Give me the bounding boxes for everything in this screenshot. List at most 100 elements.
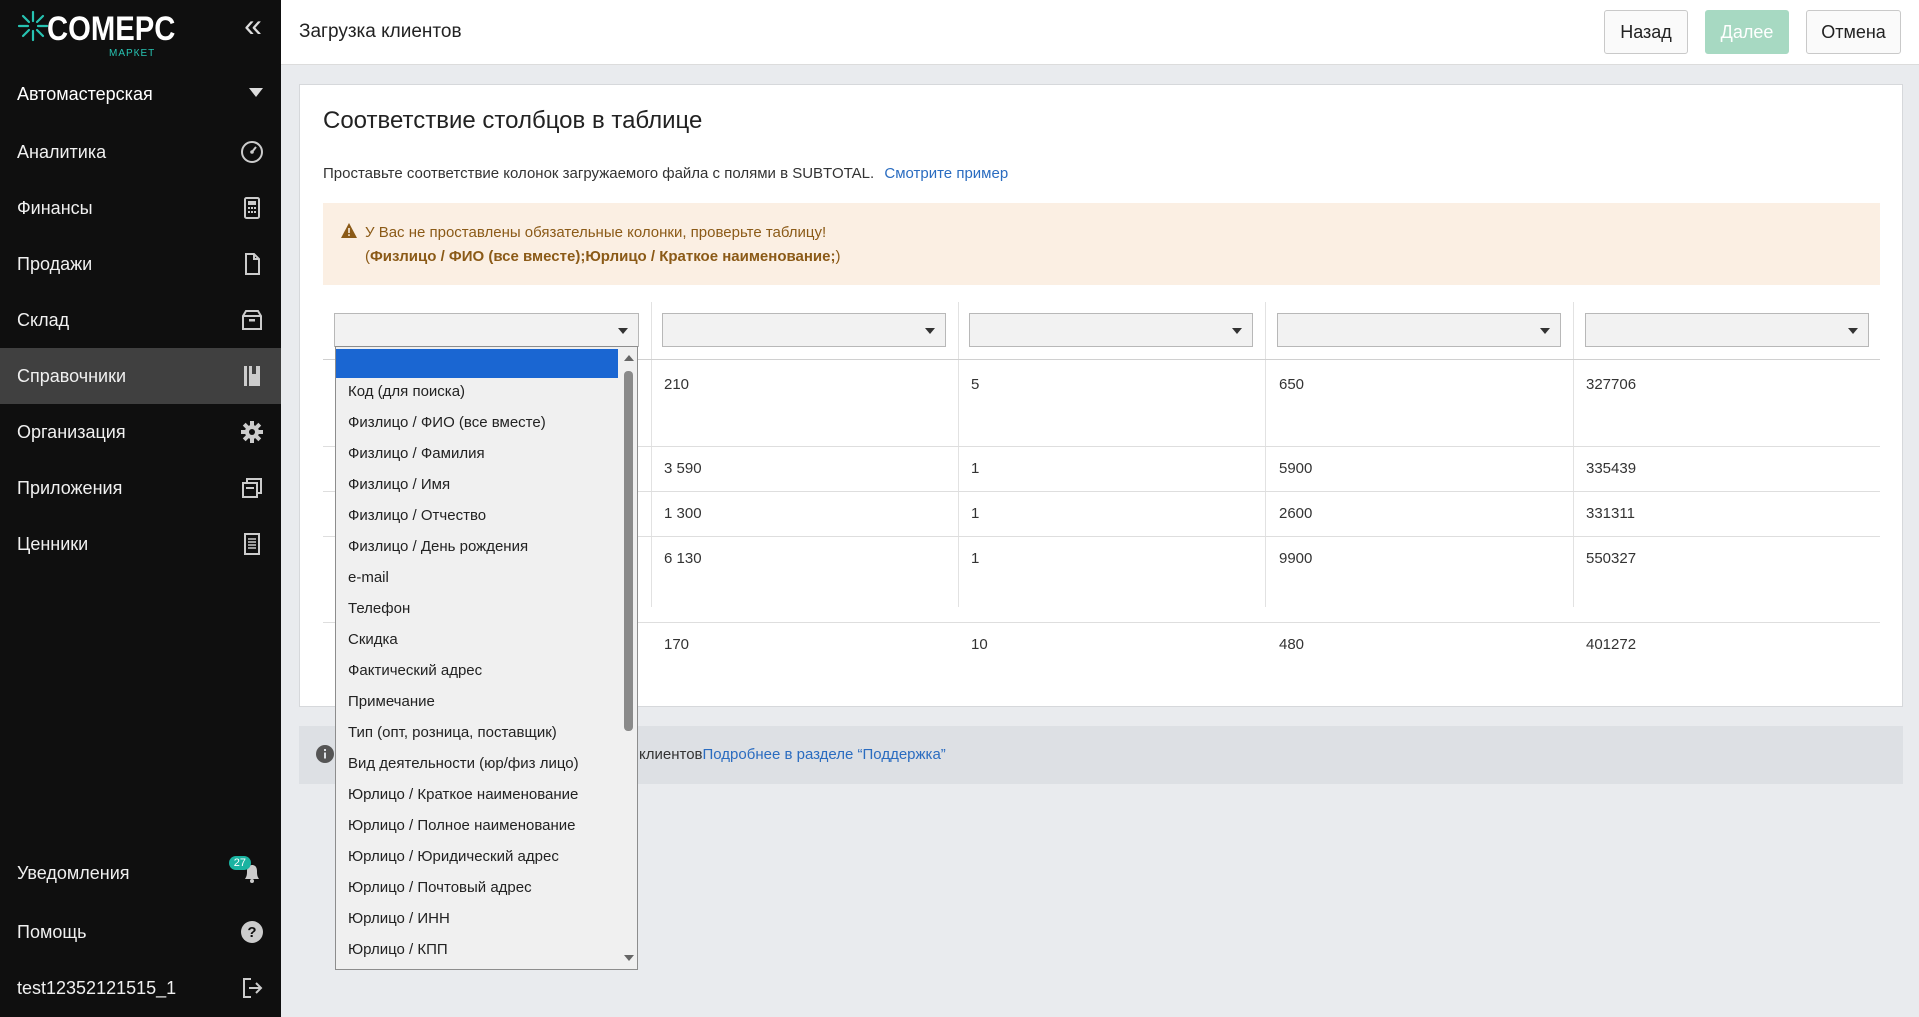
column-select-5[interactable] xyxy=(1585,313,1869,347)
user-name: test12352121515_1 xyxy=(17,977,177,998)
dropdown-option[interactable]: Код (для поиска) xyxy=(348,383,465,400)
company-name: Автомастерская xyxy=(17,83,153,104)
sidebar-item-price-tags[interactable]: Ценники xyxy=(0,516,281,572)
sidebar-item-label: Помощь xyxy=(17,921,87,942)
windows-icon xyxy=(242,478,262,498)
book-icon xyxy=(244,366,260,386)
sidebar-item-label: Справочники xyxy=(17,365,127,386)
column-select-2[interactable] xyxy=(662,313,946,347)
table-cell: 170 xyxy=(664,636,690,653)
table-cell: 335439 xyxy=(1586,460,1637,477)
dropdown-option[interactable]: Юрлицо / Полное наименование xyxy=(348,817,576,834)
dropdown-option[interactable]: Вид деятельности (юр/физ лицо) xyxy=(348,755,579,772)
support-link[interactable]: Подробнее в разделе “Поддержка” xyxy=(703,746,946,763)
table-cell: 10 xyxy=(971,636,988,653)
next-button[interactable]: Далее xyxy=(1705,10,1789,54)
table-cell: 331311 xyxy=(1586,505,1635,522)
table-cell: 401272 xyxy=(1586,636,1637,653)
dropdown-option[interactable]: Юрлицо / Юридический адрес xyxy=(348,848,559,865)
table-cell: 6 130 xyxy=(664,550,702,567)
sidebar-item-help[interactable]: Помощь ? xyxy=(0,904,281,960)
gear-icon xyxy=(241,421,263,443)
scroll-up-icon[interactable] xyxy=(624,355,634,361)
scrollbar-thumb[interactable] xyxy=(624,371,633,731)
price-tag-icon xyxy=(244,533,260,555)
dropdown-option[interactable]: Физлицо / Отчество xyxy=(348,507,486,524)
dropdown-option[interactable]: Юрлицо / КПП xyxy=(348,941,448,958)
dropdown-option[interactable]: Физлицо / Фамилия xyxy=(348,445,485,462)
dropdown-option[interactable]: Физлицо / День рождения xyxy=(348,538,528,555)
sidebar-item-finance[interactable]: Финансы xyxy=(0,180,281,236)
example-link[interactable]: Смотрите пример xyxy=(884,165,1008,182)
chevron-down-icon xyxy=(1232,328,1242,334)
table-cell: 5 xyxy=(971,376,980,393)
sidebar-item-warehouse[interactable]: Склад xyxy=(0,292,281,348)
document-icon xyxy=(245,253,260,275)
dropdown-option[interactable]: Фактический адрес xyxy=(348,662,482,679)
sidebar-item-label: Склад xyxy=(17,309,70,330)
sidebar-item-sales[interactable]: Продажи xyxy=(0,236,281,292)
dropdown-option[interactable]: Скидка xyxy=(348,631,398,648)
sidebar-item-directories[interactable]: Справочники xyxy=(0,348,281,404)
dropdown-option-empty-selected[interactable] xyxy=(336,349,618,378)
sidebar-item-apps[interactable]: Приложения xyxy=(0,460,281,516)
table-cell: 9900 xyxy=(1279,550,1313,567)
scroll-down-icon[interactable] xyxy=(624,955,634,961)
table-cell: 480 xyxy=(1279,636,1305,653)
sidebar: COMEPC МАРКЕТ « Автомастерская Аналитика… xyxy=(0,0,281,1017)
dropdown-option[interactable]: e-mail xyxy=(348,569,389,586)
chevron-down-icon xyxy=(925,328,935,334)
table-cell: 1 xyxy=(971,505,980,522)
sidebar-item-analytics[interactable]: Аналитика xyxy=(0,124,281,180)
warning-icon xyxy=(341,223,357,238)
dropdown-option[interactable]: Юрлицо / ИНН xyxy=(348,910,450,927)
logout-icon xyxy=(243,978,263,998)
card-title: Соответствие столбцов в таблице xyxy=(323,107,703,134)
company-selector[interactable]: Автомастерская xyxy=(0,70,281,118)
chevron-down-icon xyxy=(1848,328,1858,334)
dropdown-option[interactable]: Физлицо / Имя xyxy=(348,476,450,493)
info-icon xyxy=(316,745,334,763)
warning-line2: (Физлицо / ФИО (все вместе);Юрлицо / Кра… xyxy=(365,248,841,265)
collapse-sidebar-icon[interactable]: « xyxy=(240,9,266,41)
back-button[interactable]: Назад xyxy=(1604,10,1688,54)
dropdown-option[interactable]: Физлицо / ФИО (все вместе) xyxy=(348,414,546,431)
column-divider xyxy=(958,302,959,607)
table-cell: 5900 xyxy=(1279,460,1313,477)
page-title: Загрузка клиентов xyxy=(299,21,462,42)
sidebar-item-label: Организация xyxy=(17,421,126,442)
dropdown-scrollbar[interactable] xyxy=(620,347,637,969)
card-description: Проставьте соответствие колонок загружае… xyxy=(323,165,1008,182)
dropdown-option[interactable]: Юрлицо / Почтовый адрес xyxy=(348,879,532,896)
dropdown-option[interactable]: Юрлицо / Краткое наименование xyxy=(348,786,578,803)
dropdown-option[interactable]: Телефон xyxy=(348,600,410,617)
table-cell: 550327 xyxy=(1586,550,1637,567)
sidebar-item-label: Ценники xyxy=(17,533,89,554)
warning-alert: У Вас не проставлены обязательные колонк… xyxy=(323,203,1880,285)
column-select-3[interactable] xyxy=(969,313,1253,347)
brand-sub: МАРКЕТ xyxy=(109,48,156,59)
column-select-1[interactable] xyxy=(334,313,639,347)
table-cell: 650 xyxy=(1279,376,1305,393)
table-cell: 1 xyxy=(971,550,980,567)
sidebar-item-user[interactable]: test12352121515_1 xyxy=(0,960,281,1016)
info-text-wrapper: клиентовПодробнее в разделе “Поддержка” xyxy=(639,746,946,763)
warning-line1: У Вас не проставлены обязательные колонк… xyxy=(365,224,827,241)
info-text: клиентов xyxy=(639,746,703,763)
dropdown-option[interactable]: Тип (опт, розница, поставщик) xyxy=(348,724,557,741)
table-cell: 327706 xyxy=(1586,376,1637,393)
column-select-dropdown[interactable]: Код (для поиска) Физлицо / ФИО (все вмест… xyxy=(335,346,638,970)
sidebar-item-label: Приложения xyxy=(17,477,123,498)
table-cell: 1 xyxy=(971,460,980,477)
svg-text:?: ? xyxy=(247,924,256,941)
table-cell: 210 xyxy=(664,376,690,393)
box-icon xyxy=(242,310,262,330)
table-cell: 2600 xyxy=(1279,505,1313,522)
cancel-button[interactable]: Отмена xyxy=(1806,10,1901,54)
column-select-4[interactable] xyxy=(1277,313,1561,347)
dropdown-option[interactable]: Примечание xyxy=(348,693,435,710)
notification-badge: 27 xyxy=(228,856,251,870)
sidebar-item-organization[interactable]: Организация xyxy=(0,404,281,460)
sidebar-item-notifications[interactable]: Уведомления 27 xyxy=(0,845,281,901)
sidebar-item-label: Аналитика xyxy=(17,141,107,162)
